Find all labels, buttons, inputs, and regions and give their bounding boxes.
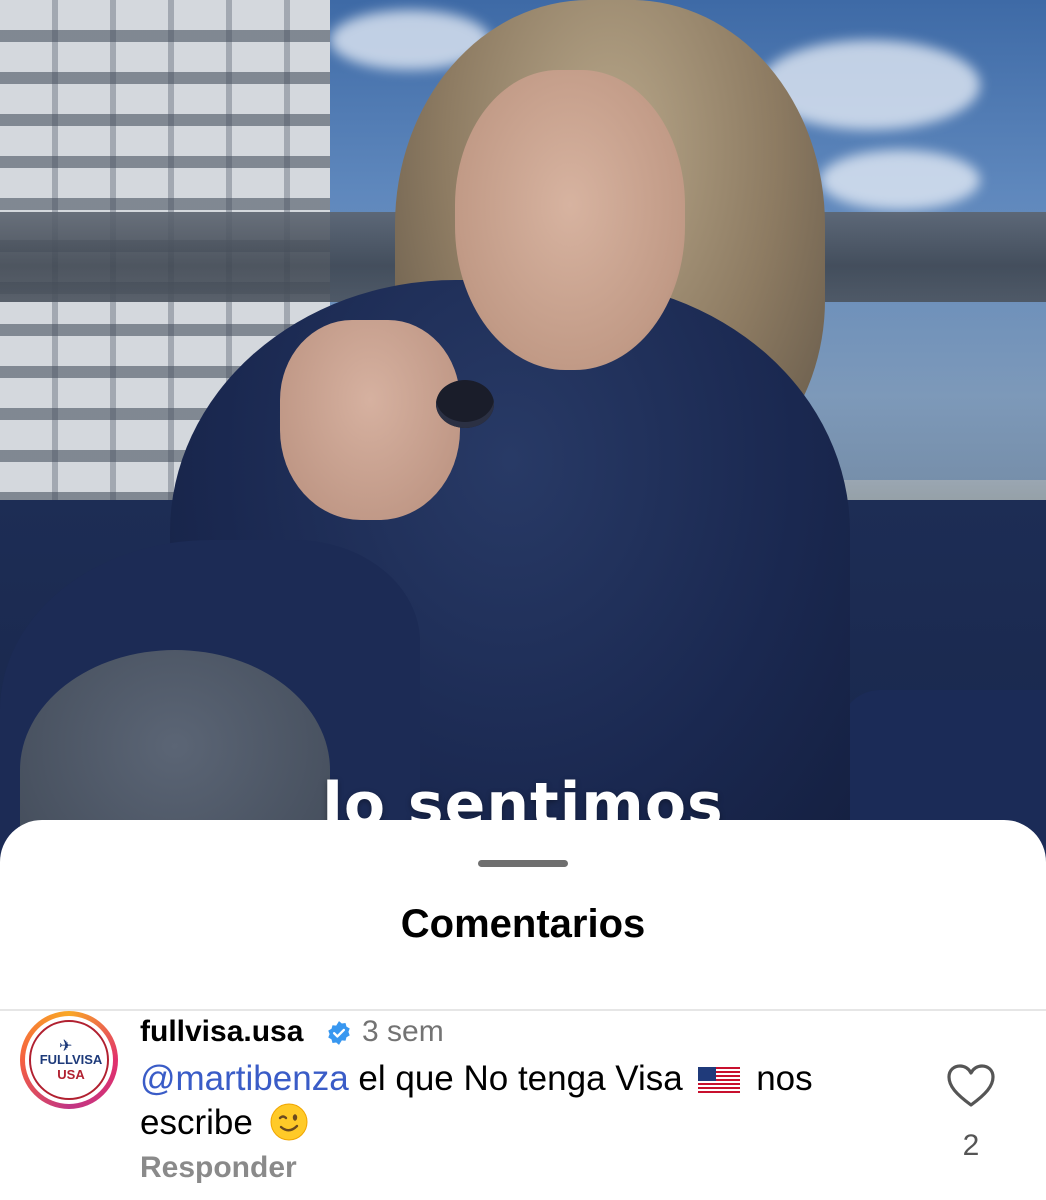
macaron (436, 380, 494, 428)
comment-item: ✈ FULLVISA USA fullvisa.usa 3 sem @marti… (0, 1011, 1046, 1200)
comment-username[interactable]: fullvisa.usa (140, 1015, 303, 1049)
cloud (820, 150, 980, 210)
person-hand (280, 320, 460, 520)
reply-button[interactable]: Responder (140, 1151, 297, 1185)
us-flag-icon (698, 1067, 741, 1093)
fullvisa-logo: ✈ FULLVISA USA (29, 1020, 109, 1100)
verified-badge-icon (328, 1021, 350, 1045)
sheet-title: Comentarios (400, 902, 646, 946)
avatar-image: ✈ FULLVISA USA (25, 1016, 113, 1104)
video-player[interactable]: lo sentimos (0, 0, 1046, 880)
comment-text: @martibenza el que No tenga Visa nos esc… (140, 1057, 920, 1145)
sheet-grabber[interactable] (478, 860, 568, 867)
person-face (455, 70, 685, 370)
comments-sheet: Comentarios ✈ FULLVISA USA fullvisa.usa … (0, 820, 1046, 1200)
mention-link[interactable]: @martibenza (140, 1059, 349, 1098)
winking-face-icon (270, 1103, 308, 1141)
comment-text-part: nos (756, 1059, 813, 1098)
heart-icon[interactable] (946, 1063, 996, 1109)
comment-text-part: el que No tenga Visa (358, 1059, 683, 1098)
comment-timestamp: 3 sem (362, 1015, 444, 1048)
logo-text-top: FULLVISA (39, 1052, 103, 1067)
avatar[interactable]: ✈ FULLVISA USA (20, 1011, 118, 1109)
like-count: 2 (962, 1129, 980, 1162)
logo-text-bottom: USA (57, 1067, 85, 1082)
comment-text-part: escribe (140, 1103, 253, 1142)
